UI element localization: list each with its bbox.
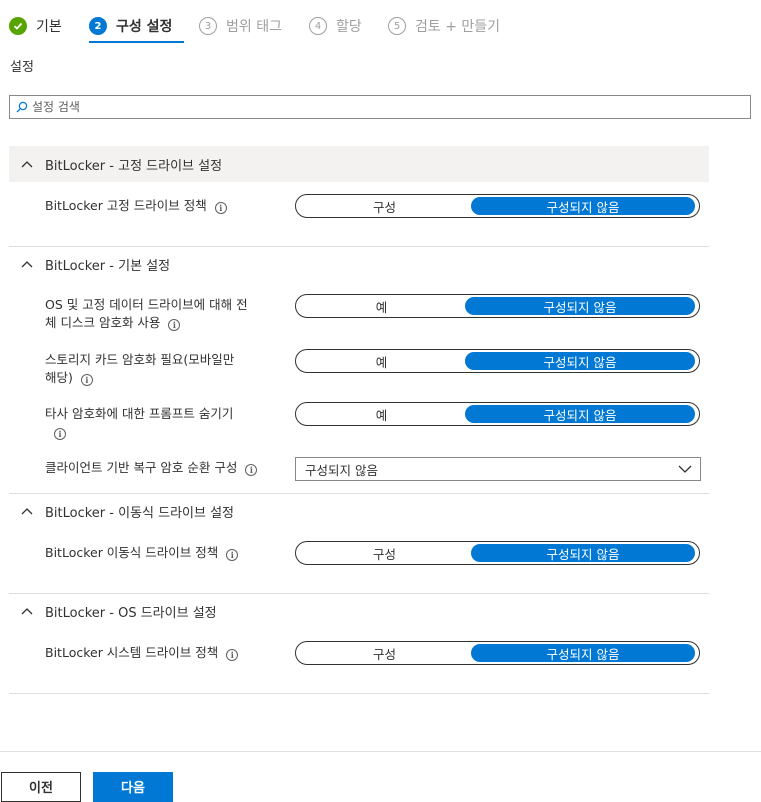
toggle-option-configure[interactable]: 구성 bbox=[298, 197, 471, 215]
toggle-option-yes[interactable]: 예 bbox=[298, 405, 465, 423]
section-title: 설정 bbox=[10, 60, 34, 75]
step-review-create[interactable]: 5 검토 + 만들기 bbox=[388, 14, 500, 38]
step-number-icon: 4 bbox=[309, 17, 327, 35]
info-icon[interactable]: i bbox=[54, 428, 66, 440]
search-box[interactable] bbox=[9, 95, 751, 119]
setting-label: 타사 암호화에 대한 프롬프트 숨기기 i bbox=[45, 405, 275, 441]
group-title: BitLocker - 이동식 드라이브 설정 bbox=[45, 505, 235, 521]
setting-label: BitLocker 시스템 드라이브 정책 i bbox=[45, 644, 275, 662]
search-icon bbox=[16, 101, 28, 113]
info-icon[interactable]: i bbox=[226, 649, 239, 661]
group-header-base-settings[interactable]: BitLocker - 기본 설정 bbox=[9, 246, 709, 282]
chevron-up-icon bbox=[21, 607, 35, 615]
step-label: 범위 태그 bbox=[226, 19, 282, 35]
dropdown-value: 구성되지 않음 bbox=[305, 462, 378, 478]
toggle-option-not-configured[interactable]: 구성되지 않음 bbox=[465, 352, 695, 370]
info-icon[interactable]: i bbox=[168, 319, 181, 331]
info-icon[interactable]: i bbox=[214, 202, 227, 214]
chevron-up-icon bbox=[21, 507, 35, 515]
step-basics[interactable]: 기본 bbox=[9, 14, 62, 38]
toggle-removable-drive-policy[interactable]: 구성 구성되지 않음 bbox=[295, 541, 700, 565]
toggle-fixed-drive-policy[interactable]: 구성 구성되지 않음 bbox=[295, 194, 700, 218]
step-label: 구성 설정 bbox=[116, 19, 173, 35]
info-icon[interactable]: i bbox=[245, 464, 258, 476]
toggle-full-disk-encryption[interactable]: 예 구성되지 않음 bbox=[295, 294, 700, 318]
step-label: 검토 + 만들기 bbox=[415, 19, 501, 35]
footer-divider bbox=[0, 751, 761, 752]
chevron-down-icon bbox=[678, 465, 692, 473]
next-button[interactable]: 다음 bbox=[93, 772, 173, 802]
toggle-option-yes[interactable]: 예 bbox=[298, 352, 465, 370]
setting-label-text: BitLocker 고정 드라이브 정책 bbox=[45, 198, 207, 213]
step-label: 기본 bbox=[36, 19, 62, 35]
group-header-os-drive[interactable]: BitLocker - OS 드라이브 설정 bbox=[9, 593, 709, 629]
toggle-option-not-configured[interactable]: 구성되지 않음 bbox=[465, 297, 695, 315]
step-assignments[interactable]: 4 할당 bbox=[309, 14, 362, 38]
step-scope-tags[interactable]: 3 범위 태그 bbox=[199, 14, 282, 38]
toggle-option-not-configured[interactable]: 구성되지 않음 bbox=[471, 544, 695, 562]
group-title: BitLocker - 고정 드라이브 설정 bbox=[45, 158, 223, 174]
setting-label: 스토리지 카드 암호화 필요(모바일만 해당) i bbox=[45, 351, 275, 387]
setting-label: 클라이언트 기반 복구 암호 순환 구성 i bbox=[45, 459, 295, 477]
setting-label-text: 해당) bbox=[45, 370, 73, 385]
setting-label: BitLocker 이동식 드라이브 정책 i bbox=[45, 544, 275, 562]
setting-label-text: 클라이언트 기반 복구 암호 순환 구성 bbox=[45, 460, 238, 475]
toggle-option-configure[interactable]: 구성 bbox=[298, 644, 471, 662]
info-icon[interactable]: i bbox=[80, 374, 93, 386]
step-label: 할당 bbox=[336, 19, 362, 35]
toggle-option-configure[interactable]: 구성 bbox=[298, 544, 471, 562]
toggle-option-not-configured[interactable]: 구성되지 않음 bbox=[471, 644, 695, 662]
setting-label: BitLocker 고정 드라이브 정책 i bbox=[45, 197, 275, 215]
recovery-password-rotation-dropdown[interactable]: 구성되지 않음 bbox=[295, 457, 701, 481]
group-header-fixed-drive[interactable]: BitLocker - 고정 드라이브 설정 bbox=[9, 146, 709, 182]
chevron-up-icon bbox=[21, 160, 35, 168]
step-number-icon: 2 bbox=[89, 17, 107, 35]
step-number-icon: 3 bbox=[199, 17, 217, 35]
setting-label: OS 및 고정 데이터 드라이브에 대해 전 체 디스크 암호화 사용 i bbox=[45, 296, 275, 332]
setting-label-text: OS 및 고정 데이터 드라이브에 대해 전 bbox=[45, 297, 248, 312]
toggle-hide-third-party-prompt[interactable]: 예 구성되지 않음 bbox=[295, 402, 700, 426]
setting-label-text: 스토리지 카드 암호화 필요(모바일만 bbox=[45, 352, 235, 367]
previous-button[interactable]: 이전 bbox=[1, 772, 81, 802]
setting-label-text: BitLocker 이동식 드라이브 정책 bbox=[45, 545, 219, 560]
toggle-storage-card-encryption[interactable]: 예 구성되지 않음 bbox=[295, 349, 700, 373]
toggle-option-not-configured[interactable]: 구성되지 않음 bbox=[465, 405, 695, 423]
group-title: BitLocker - OS 드라이브 설정 bbox=[45, 605, 217, 621]
checkmark-icon bbox=[9, 17, 27, 35]
toggle-system-drive-policy[interactable]: 구성 구성되지 않음 bbox=[295, 641, 700, 665]
group-title: BitLocker - 기본 설정 bbox=[45, 258, 171, 274]
setting-label-text: 타사 암호화에 대한 프롬프트 숨기기 bbox=[45, 406, 234, 421]
divider bbox=[9, 693, 709, 694]
step-configuration-settings[interactable]: 2 구성 설정 bbox=[89, 14, 172, 38]
toggle-option-not-configured[interactable]: 구성되지 않음 bbox=[471, 197, 695, 215]
setting-label-text: 체 디스크 암호화 사용 bbox=[45, 315, 161, 330]
toggle-option-yes[interactable]: 예 bbox=[298, 297, 465, 315]
setting-label-text: BitLocker 시스템 드라이브 정책 bbox=[45, 645, 219, 660]
step-number-icon: 5 bbox=[388, 17, 406, 35]
active-step-underline bbox=[89, 41, 184, 43]
info-icon[interactable]: i bbox=[226, 549, 239, 561]
search-input[interactable] bbox=[32, 100, 712, 114]
group-header-removable-drive[interactable]: BitLocker - 이동식 드라이브 설정 bbox=[9, 493, 709, 529]
chevron-up-icon bbox=[21, 260, 35, 268]
